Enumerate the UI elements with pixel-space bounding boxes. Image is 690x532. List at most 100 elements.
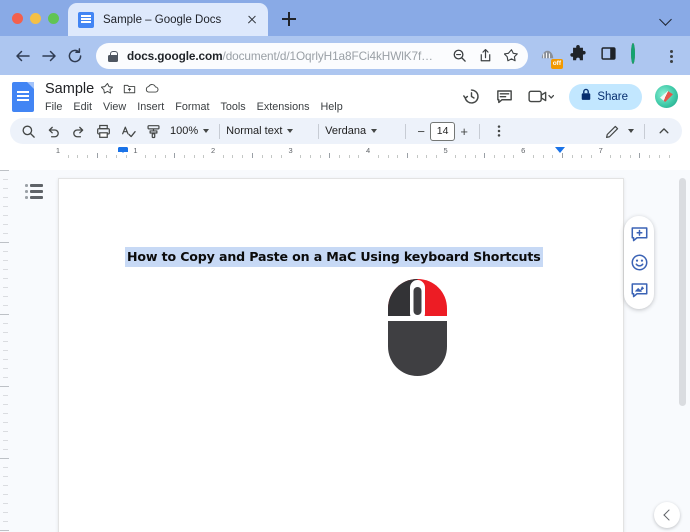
share-button[interactable]: Share <box>569 83 642 110</box>
suggest-edit-icon[interactable] <box>630 281 649 300</box>
font-family-selector[interactable]: Verdana <box>325 121 399 141</box>
cloud-saved-icon[interactable] <box>145 82 160 97</box>
ruler-tick <box>3 179 8 180</box>
move-to-folder-icon[interactable] <box>123 82 138 97</box>
left-indent-marker[interactable] <box>118 147 128 153</box>
menu-tools[interactable]: Tools <box>220 100 245 114</box>
google-docs-logo[interactable] <box>10 80 36 114</box>
right-indent-marker[interactable] <box>555 147 565 153</box>
address-bar[interactable]: docs.google.com/document/d/1OqrlyH1a8FCi… <box>96 42 528 69</box>
ruler-tick <box>3 422 8 423</box>
redo-icon[interactable] <box>66 120 91 142</box>
ruler-tick <box>3 260 8 261</box>
chevron-down-icon[interactable] <box>658 10 676 28</box>
forward-arrow-icon[interactable] <box>36 43 62 69</box>
menu-extensions[interactable]: Extensions <box>257 100 310 114</box>
ruler-tick <box>0 386 9 387</box>
minimize-window-button[interactable] <box>30 13 41 24</box>
url-text: docs.google.com/document/d/1OqrlyH1a8FCi… <box>127 49 444 63</box>
ruler-tick <box>348 155 350 158</box>
user-avatar[interactable] <box>655 85 678 108</box>
share-icon[interactable] <box>478 48 494 64</box>
google-meet-icon[interactable] <box>528 87 556 107</box>
vertical-scrollbar[interactable] <box>679 178 686 406</box>
extensions-puzzle-icon[interactable] <box>569 44 591 67</box>
add-comment-icon[interactable] <box>630 225 649 244</box>
chrome-menu-kebab[interactable] <box>662 45 680 67</box>
chevron-down-icon <box>287 129 294 133</box>
google-docs-favicon <box>78 11 94 28</box>
browser-tab[interactable]: Sample – Google Docs <box>68 3 268 36</box>
ruler-tick <box>426 155 428 158</box>
version-history-icon[interactable] <box>462 87 482 107</box>
undo-icon[interactable] <box>41 120 66 142</box>
maximize-window-button[interactable] <box>48 13 59 24</box>
browser-window: Sample – Google Docs docs.google.com/doc… <box>0 0 690 532</box>
decrease-font-size-button[interactable]: − <box>412 122 430 140</box>
menu-help[interactable]: Help <box>321 100 343 114</box>
ruler-number: 4 <box>366 146 371 155</box>
increase-font-size-label: + <box>460 123 468 139</box>
close-window-button[interactable] <box>12 13 23 24</box>
doc-title-row: Sample <box>45 80 343 99</box>
menu-format[interactable]: Format <box>175 100 209 114</box>
extension-icons: off <box>538 42 680 69</box>
tracker-blocker-extension[interactable]: off <box>538 45 563 69</box>
ruler-tick <box>377 155 379 158</box>
ruler-tick <box>300 155 302 158</box>
document-title[interactable]: Sample <box>45 81 94 97</box>
toolbar-right-group <box>601 120 676 142</box>
menu-file[interactable]: File <box>45 100 62 114</box>
ruler-number: 1 <box>55 146 61 155</box>
vertical-ruler[interactable] <box>0 170 11 532</box>
add-emoji-reaction-icon[interactable] <box>630 253 649 272</box>
increase-font-size-button[interactable]: + <box>455 122 473 140</box>
ruler-tick <box>668 155 670 158</box>
ruler-number: 3 <box>288 146 293 155</box>
zoom-selector[interactable]: 100% <box>166 121 213 141</box>
reload-icon[interactable] <box>62 43 88 69</box>
ruler-tick <box>280 155 282 158</box>
paragraph-style-selector[interactable]: Normal text <box>226 121 312 141</box>
close-icon[interactable] <box>244 12 260 28</box>
menu-edit[interactable]: Edit <box>73 100 92 114</box>
comment-history-icon[interactable] <box>495 87 515 107</box>
ruler-tick <box>387 155 389 158</box>
ruler-number: 6 <box>521 146 526 155</box>
doc-title-block: Sample File Edit View Insert Format Tool… <box>45 80 343 114</box>
scroll-corner-button[interactable] <box>654 502 680 528</box>
ruler-tick <box>3 323 8 324</box>
ruler-tick <box>193 155 195 158</box>
spellcheck-icon[interactable] <box>116 120 141 142</box>
document-outline-icon[interactable] <box>25 184 43 200</box>
more-options-kebab[interactable] <box>486 120 511 142</box>
computer-mouse-illustration[interactable] <box>381 278 454 377</box>
document-heading[interactable]: How to Copy and Paste on a MaC Using key… <box>125 247 543 267</box>
horizontal-ruler[interactable]: 1 1 2 3 4 5 6 7 <box>0 146 690 162</box>
zoom-out-icon[interactable] <box>452 48 468 64</box>
star-icon[interactable] <box>100 82 116 97</box>
collapse-toolbar-chevron[interactable] <box>651 120 676 142</box>
ruler-tick <box>174 153 176 158</box>
ruler-tick <box>3 269 8 270</box>
search-icon[interactable] <box>16 120 41 142</box>
divider <box>644 123 645 139</box>
screen-recorder-icon[interactable] <box>631 42 653 67</box>
ruler-tick <box>3 251 8 252</box>
ruler-tick <box>3 404 8 405</box>
menu-view[interactable]: View <box>103 100 126 114</box>
side-panel-icon[interactable] <box>600 45 622 67</box>
document-page[interactable]: How to Copy and Paste on a MaC Using key… <box>58 178 624 532</box>
font-size-input[interactable]: 14 <box>430 121 456 141</box>
print-icon[interactable] <box>91 120 116 142</box>
ruler-tick <box>222 155 224 158</box>
ruler-tick <box>3 485 8 486</box>
ruler-tick <box>232 155 234 158</box>
star-icon[interactable] <box>503 48 520 64</box>
new-tab-button[interactable] <box>276 6 302 32</box>
menu-insert[interactable]: Insert <box>137 100 164 114</box>
editing-mode-pencil[interactable] <box>601 124 638 139</box>
paint-format-icon[interactable] <box>141 120 166 142</box>
back-arrow-icon[interactable] <box>10 43 36 69</box>
divider <box>219 123 221 139</box>
